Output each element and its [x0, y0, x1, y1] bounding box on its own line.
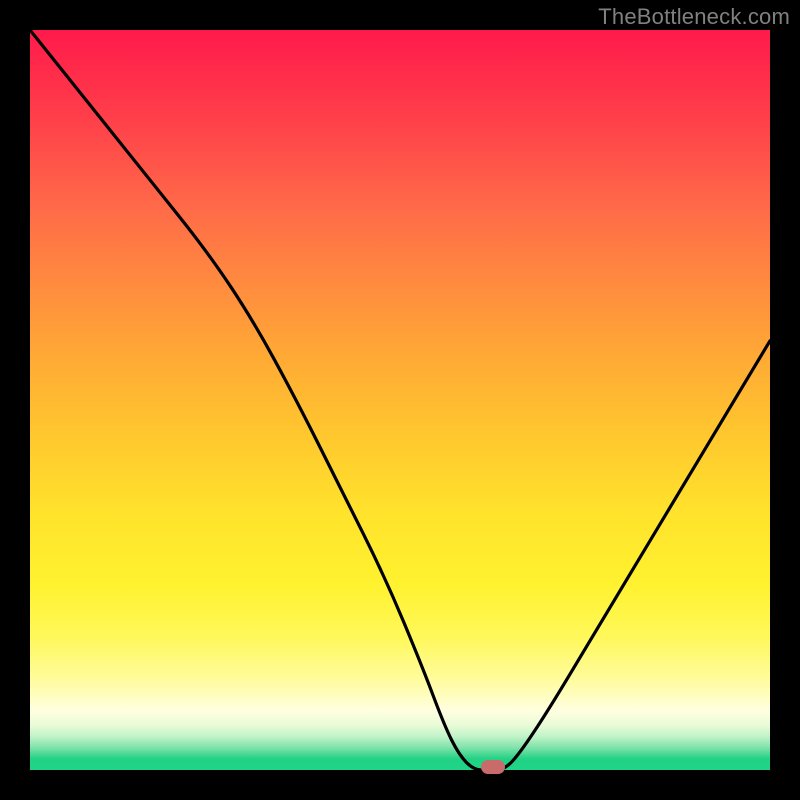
- chart-frame: TheBottleneck.com: [0, 0, 800, 800]
- bottleneck-curve: [30, 30, 770, 770]
- plot-area: [30, 30, 770, 770]
- optimal-marker: [481, 760, 505, 774]
- curve-svg: [30, 30, 770, 770]
- attribution-label: TheBottleneck.com: [598, 4, 790, 30]
